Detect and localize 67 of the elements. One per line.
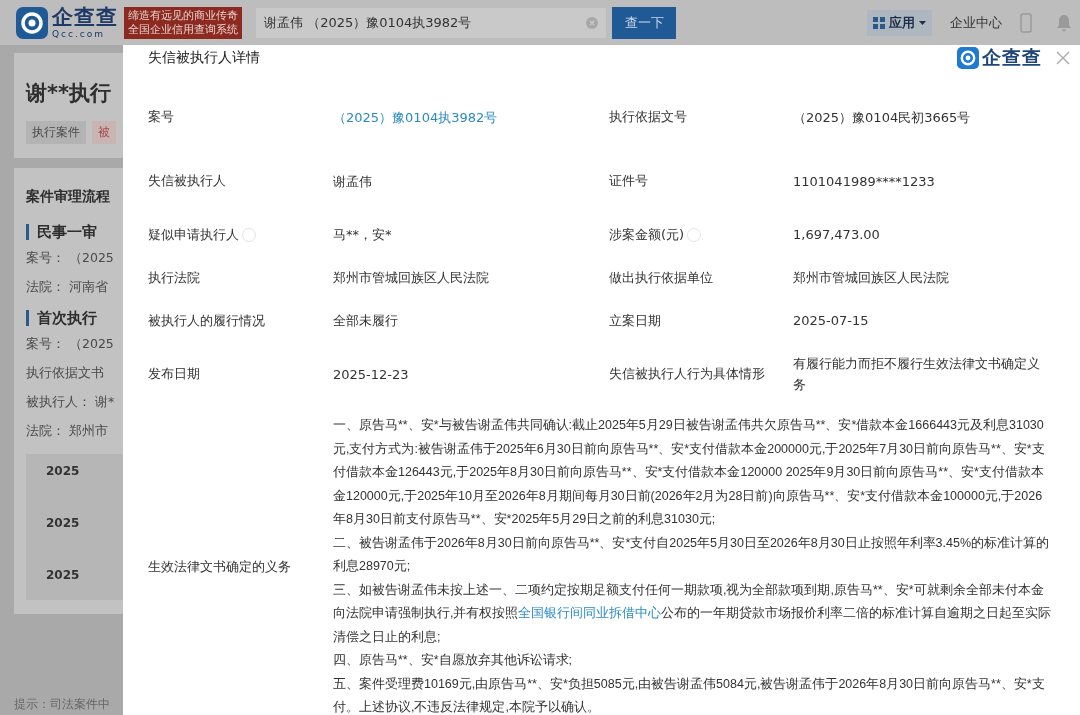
logo-icon	[16, 6, 48, 39]
brand-logo-text: 企查查	[982, 45, 1042, 70]
dialog-title: 失信被执行人详情	[148, 49, 260, 67]
field-label: 生效法律文书确定的义务	[148, 557, 291, 576]
case-tag: 被	[92, 121, 116, 144]
field-value: 郑州市管城回族区人民法院	[793, 269, 950, 287]
field-label: 执行依据文书	[26, 365, 104, 382]
obligation-paragraph: 一、原告马**、安*与被告谢孟伟共同确认:截止2025年5月29日被告谢孟伟共欠原告马**、安*借款本金1666443元及利息31030元,支付方式为:被告谢孟伟于2025年6月30日前向原告马**、安*支付借款本金200000元,于2025年7月30日前向原告马**、安*支付借款本金126443元,于2025年8月30日前向原告马**、安*支付借款本金120000 2025年9月30日前向原告马**、安*支付借款本金120000元,于2025年10月至2026年8月期间每月30日前(2026年2月为28日前)向原告马**、安*支付借款本金100000元,于2026年8月30日前支付原告马**、安*2025年5月29日之前的利息31030元;	[333, 417, 1046, 528]
case-tag: 执行案件	[26, 121, 86, 144]
field-value: 2025-12-23	[333, 365, 410, 384]
field-value: 马**，安*	[333, 226, 393, 244]
obligation-paragraph: 四、原告马**、安*自愿放弃其他诉讼请求;	[333, 652, 574, 669]
field-value: 郑州市	[69, 423, 108, 440]
field-label: 证件号	[609, 172, 648, 190]
case-title: 谢**执行	[26, 80, 112, 107]
field-value: （2025）豫0104民初3665号	[793, 108, 972, 127]
obligation-paragraph: 三、如被告谢孟伟未按上述一、二项约定按期足额支付任何一期款项,视为全部款项到期,原告马**、安*可就剩余全部未付本金向法院申请强制执行,并有权按照全国银行间同业拆借中心公布的一年期贷款市场报价利率二倍的标准计算自逾期之日起至实际清偿之日止的利息;	[333, 581, 1052, 646]
field-label: 做出执行依据单位	[609, 268, 713, 287]
field-value: 郑州市管城回族区人民法院	[333, 269, 490, 287]
search-button[interactable]: 查一下	[612, 6, 676, 39]
field-value: （2025	[69, 336, 114, 353]
field-value: 1,697,473.00	[793, 226, 881, 244]
logo-text: 企查查	[52, 6, 118, 28]
field-label: 执行法院	[148, 268, 200, 287]
organization-link[interactable]: 全国银行间同业拆借中心	[518, 606, 662, 620]
field-label: 案号：	[26, 250, 65, 267]
field-value: 1101041989****1233	[793, 172, 936, 191]
field-label: 发布日期	[148, 365, 200, 383]
field-label: 涉案金额(元)	[609, 225, 702, 244]
field-label: 被执行人：	[26, 394, 91, 411]
timeline-date: 2025	[46, 464, 81, 478]
timeline-date: 2025	[46, 568, 81, 582]
caret-icon	[919, 20, 926, 25]
slogan-banner: 缔造有远见的商业传奇 全国企业信用查询系统	[124, 6, 242, 39]
field-value: （2025	[69, 250, 114, 267]
field-value: 全部未履行	[333, 312, 399, 330]
field-label: 法院：	[26, 279, 65, 296]
close-button[interactable]	[1056, 51, 1070, 65]
timeline-date: 2025	[46, 516, 81, 530]
field-value: 2025-07-15	[793, 312, 870, 330]
obligation-paragraph: 五、案件受理费10169元,由原告马**、安*负担5085元,由被告谢孟伟5084元,被告谢孟伟于2026年8月30日前向原告马**、安*支付。上述协议,不违反法律规定,本院予以确认。	[333, 675, 1046, 715]
field-label: 被执行人的履行情况	[148, 311, 265, 330]
field-label: 疑似申请执行人	[148, 225, 256, 244]
field-label: 法院：	[26, 423, 65, 440]
clear-icon[interactable]	[586, 16, 598, 29]
phone-icon[interactable]	[1020, 12, 1032, 33]
grid-icon	[873, 16, 885, 29]
field-label: 立案日期	[609, 311, 661, 330]
field-value: 有履行能力而拒不履行生效法律文书确定义务	[793, 355, 1041, 394]
case-number-link[interactable]: （2025）豫0104执3982号	[333, 106, 609, 128]
field-label: 执行依据文号	[609, 108, 687, 126]
close-icon	[1056, 51, 1070, 65]
field-value: 河南省	[69, 279, 108, 296]
logo-subtext: Qcc.com	[52, 29, 107, 39]
field-label: 失信被执行人	[148, 172, 226, 190]
field-label: 失信被执行人行为具体情形	[609, 365, 765, 383]
field-label: 案号	[148, 108, 174, 126]
field-label: 案号：	[26, 336, 65, 353]
enterprise-center-link[interactable]: 企业中心	[950, 13, 1002, 32]
field-value: 谢*	[95, 394, 115, 411]
tip-text: 提示：司法案件中	[14, 696, 111, 713]
obligation-paragraph: 二、被告谢孟伟于2026年8月30日前向原告马**、安*支付自2025年5月30日至2026年8月30日止按照年利率3.45%的标准计算的利息28970元;	[333, 534, 1051, 575]
search-field[interactable]: 谢孟伟 （2025）豫0104执3982号	[256, 7, 606, 38]
apps-menu-button[interactable]: 应用	[867, 9, 932, 36]
bell-icon[interactable]	[1056, 13, 1072, 32]
process-title: 案件审理流程	[26, 188, 111, 206]
field-value: 谢孟伟	[333, 172, 373, 191]
